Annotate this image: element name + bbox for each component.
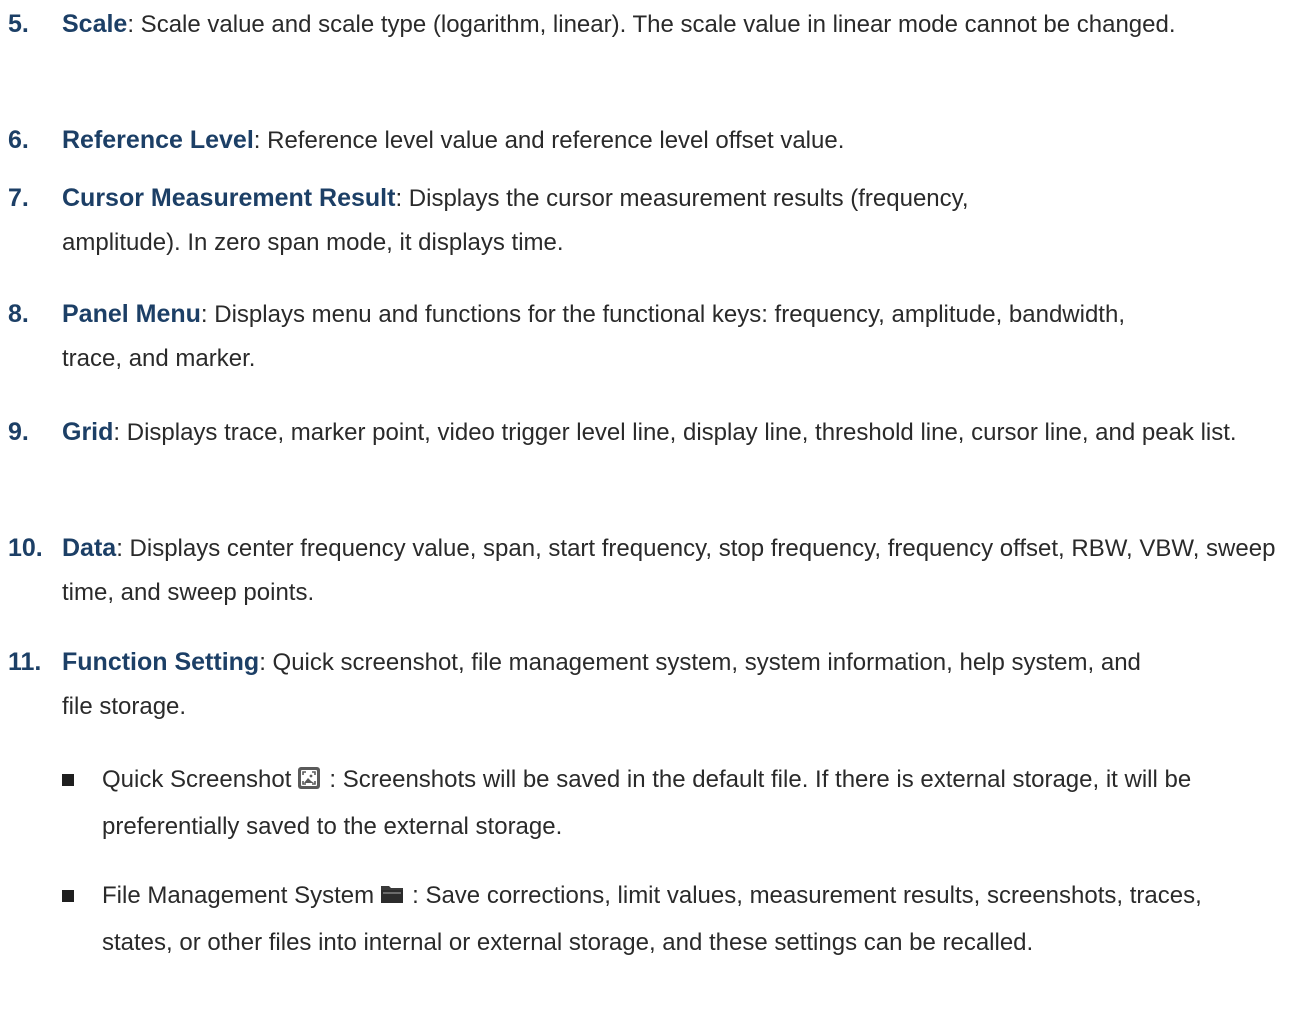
bullet-square	[62, 890, 74, 902]
item-body: Function Setting: Quick screenshot, file…	[62, 640, 1148, 729]
list-item-scale: 5. Scale: Scale value and scale type (lo…	[8, 2, 1304, 47]
item-term: Reference Level	[62, 126, 254, 154]
item-body: Scale: Scale value and scale type (logar…	[62, 2, 1304, 47]
item-text: : Displays menu and functions for the fu…	[62, 301, 1125, 372]
item-term: Function Setting	[62, 648, 260, 676]
list-item-function-setting: 11. Function Setting: Quick screenshot, …	[8, 640, 1148, 729]
item-term: Panel Menu	[62, 300, 201, 328]
item-number: 6.	[8, 126, 29, 154]
item-number: 9.	[8, 418, 29, 446]
subitem-label: File Management System	[102, 882, 375, 909]
subitem-quick-screenshot: Quick Screenshot: Screenshots will be sa…	[62, 758, 1292, 849]
subitem-label: Quick Screenshot	[102, 766, 292, 793]
folder-icon	[380, 877, 404, 921]
item-text: : Displays trace, marker point, video tr…	[113, 419, 1237, 446]
item-text: : Scale value and scale type (logarithm,…	[127, 11, 1176, 38]
list-item-reference-level: 6. Reference Level: Reference level valu…	[8, 118, 1308, 163]
list-item-panel-menu: 8. Panel Menu: Displays menu and functio…	[8, 292, 1148, 381]
item-body: Data: Displays center frequency value, s…	[62, 526, 1308, 615]
item-term: Grid	[62, 418, 114, 446]
item-number: 8.	[8, 300, 29, 328]
item-body: Cursor Measurement Result: Displays the …	[62, 176, 1068, 265]
document-page: 5. Scale: Scale value and scale type (lo…	[0, 0, 1312, 1016]
subitem-body: File Management System: Save corrections…	[102, 874, 1262, 965]
item-number: 5.	[8, 10, 29, 38]
bullet-square	[62, 774, 74, 786]
subitem-file-management-system: File Management System: Save corrections…	[62, 874, 1262, 965]
item-number: 10.	[8, 534, 43, 562]
item-text: : Displays center frequency value, span,…	[62, 535, 1276, 606]
list-item-grid: 9. Grid: Displays trace, marker point, v…	[8, 410, 1308, 455]
item-term: Scale	[62, 10, 128, 38]
item-term: Data	[62, 534, 117, 562]
screenshot-icon	[297, 761, 321, 805]
item-body: Grid: Displays trace, marker point, vide…	[62, 410, 1308, 455]
item-number: 7.	[8, 184, 29, 212]
item-term: Cursor Measurement Result	[62, 184, 396, 212]
list-item-data: 10. Data: Displays center frequency valu…	[8, 526, 1308, 615]
list-item-cursor-measurement-result: 7. Cursor Measurement Result: Displays t…	[8, 176, 1068, 265]
item-text: : Reference level value and reference le…	[253, 127, 845, 154]
subitem-body: Quick Screenshot: Screenshots will be sa…	[102, 758, 1292, 849]
item-number: 11.	[8, 648, 42, 676]
item-body: Panel Menu: Displays menu and functions …	[62, 292, 1148, 381]
item-body: Reference Level: Reference level value a…	[62, 118, 1308, 163]
